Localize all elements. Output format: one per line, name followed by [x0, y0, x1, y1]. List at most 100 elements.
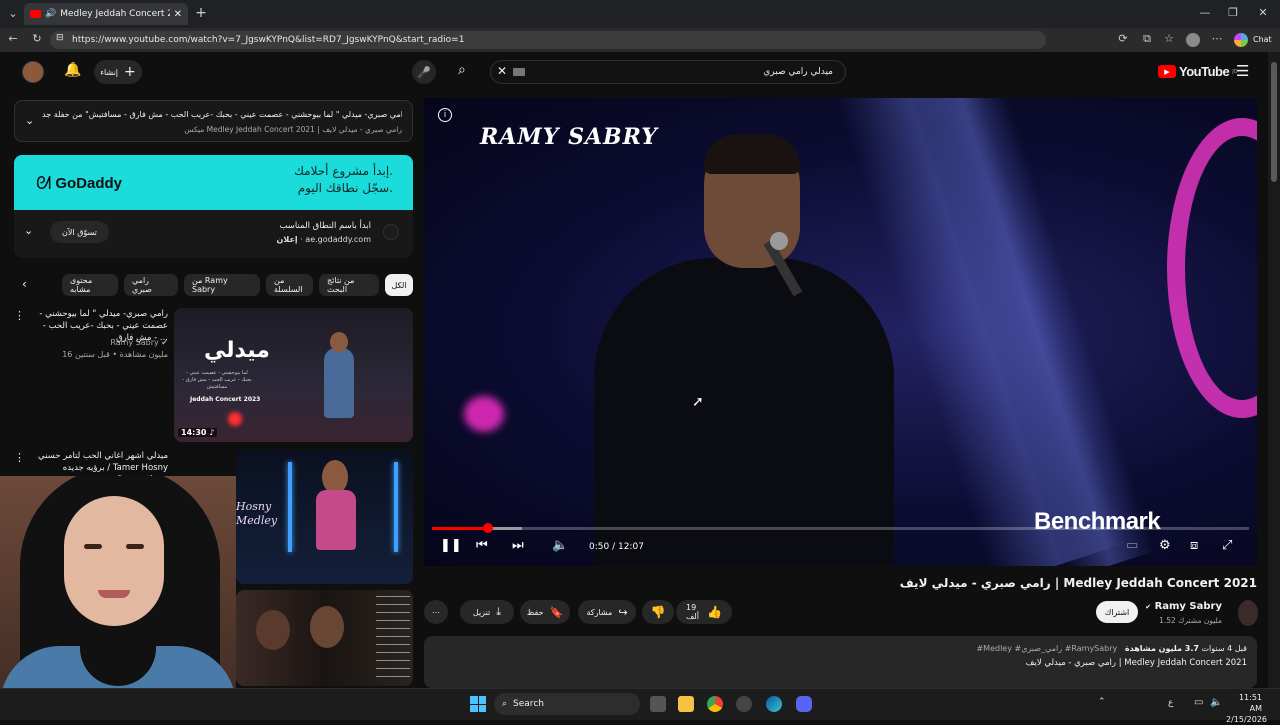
- ad-sponsor-label: إعلان: [276, 235, 298, 244]
- volume-icon[interactable]: 🔈: [552, 538, 568, 553]
- profile-avatar[interactable]: [1186, 33, 1200, 47]
- ad-cta-button[interactable]: تسوّق الآن: [50, 221, 109, 243]
- more-actions-button[interactable]: ⋯: [424, 600, 448, 624]
- settings-icon[interactable]: ⚙: [1159, 538, 1171, 553]
- notifications-icon[interactable]: 🔔: [64, 62, 81, 78]
- tab-active[interactable]: 🔊 Medley Jeddah Concert 2021 ✕: [24, 3, 188, 25]
- restore-icon[interactable]: ❐: [1224, 6, 1242, 19]
- dislike-button[interactable]: 👎: [642, 600, 674, 624]
- account-avatar[interactable]: [22, 61, 44, 83]
- search-icon[interactable]: ⌕: [458, 62, 466, 78]
- suggestion-channel-name: Ramy Sabry: [110, 338, 159, 347]
- extensions-icon[interactable]: ⟳: [1114, 32, 1132, 45]
- new-tab-icon[interactable]: +: [192, 5, 210, 21]
- mix-header[interactable]: ⌄ التالي: رامي صبري- ميدلي " لما بيوحشني…: [14, 100, 413, 142]
- thumb-neon-bar: [288, 462, 292, 552]
- suggestion-more-icon[interactable]: ⋮: [14, 309, 25, 322]
- scrollbar-thumb[interactable]: [1271, 62, 1277, 182]
- keyboard-icon[interactable]: [513, 68, 525, 76]
- pause-icon[interactable]: ❚❚: [440, 538, 462, 553]
- page-scrollbar[interactable]: [1268, 52, 1280, 688]
- youtube-logo[interactable]: ▶ YouTube JO: [1158, 64, 1238, 79]
- chip-related[interactable]: محتوى مشابه: [62, 274, 118, 296]
- favorites-icon[interactable]: ☆: [1160, 32, 1178, 45]
- voice-search-icon[interactable]: 🎤: [412, 60, 436, 84]
- webcam-eye-right: [126, 544, 144, 549]
- thumb-light: [228, 412, 242, 426]
- back-icon[interactable]: ←: [4, 32, 22, 45]
- suggestion-thumbnail[interactable]: ميدلي لما بيوحشني - عصمت عيني - بحبك - ع…: [174, 308, 413, 442]
- save-button[interactable]: حفظ 🔖: [520, 600, 570, 624]
- progress-bar[interactable]: [432, 523, 1249, 533]
- url-field[interactable]: ⊟ https://www.youtube.com/watch?v=7_Jgsw…: [50, 31, 1046, 49]
- tab-title: Medley Jeddah Concert 2021: [60, 9, 169, 19]
- create-button[interactable]: إنشاء +: [94, 60, 142, 84]
- thumb-track-list: [376, 596, 410, 680]
- discord-icon[interactable]: [796, 696, 812, 712]
- ad-banner[interactable]: ᘛ GoDaddy إبدأ مشروع أحلامك. سجّل نطاقك …: [14, 155, 413, 210]
- thumb-guitarist-head: [322, 460, 348, 494]
- tab-close-icon[interactable]: ✕: [174, 9, 182, 20]
- subscribe-button[interactable]: اشتراك: [1096, 601, 1138, 623]
- site-info-icon[interactable]: ⊟: [56, 33, 64, 43]
- chips-scroll-left-icon[interactable]: ‹: [22, 277, 27, 291]
- app-icon[interactable]: [736, 696, 752, 712]
- refresh-icon[interactable]: ↻: [28, 32, 46, 45]
- duration-badge: 14:30 ♪: [178, 428, 218, 437]
- scrubber-handle[interactable]: [483, 523, 494, 533]
- chip-series[interactable]: من السلسلة: [266, 274, 313, 296]
- speaker-icon[interactable]: 🔈: [1210, 697, 1222, 708]
- taskbar-search[interactable]: ⌕ Search: [494, 693, 640, 715]
- clear-search-icon[interactable]: ✕: [497, 64, 507, 78]
- chip-ramy-sabry[interactable]: رامي صبري: [124, 274, 178, 296]
- chat-label[interactable]: Chat: [1253, 35, 1272, 44]
- file-explorer-icon[interactable]: [678, 696, 694, 712]
- suggestion-thumbnail-3[interactable]: [236, 590, 413, 686]
- next-icon[interactable]: ⏭: [512, 538, 524, 553]
- video-player[interactable]: RAMY SABRY Benchmark i ➚ ❚❚ ⏮ ⏭ 🔈 0:50 /…: [424, 98, 1257, 566]
- copilot-icon[interactable]: [1234, 33, 1248, 47]
- previous-icon[interactable]: ⏮: [476, 538, 488, 553]
- chip-from-ramy-sabry[interactable]: من Ramy Sabry: [184, 274, 260, 296]
- ad-details[interactable]: ⌄ تسوّق الآن ابدأ باسم النطاق المناسب إع…: [14, 210, 413, 258]
- chevron-down-icon[interactable]: ⌄: [25, 114, 34, 127]
- search-input[interactable]: ✕ ميدلي رامي صبري: [490, 60, 846, 84]
- miniplayer-icon[interactable]: ⧈: [1190, 538, 1198, 553]
- download-button[interactable]: تنزيل ⤓: [460, 600, 514, 624]
- address-bar: ← ↻ ⊟ https://www.youtube.com/watch?v=7_…: [0, 28, 1280, 52]
- suggestion-more-icon-2[interactable]: ⋮: [14, 451, 25, 464]
- settings-more-icon[interactable]: ⋯: [1208, 32, 1226, 45]
- start-icon[interactable]: [470, 696, 486, 712]
- clock[interactable]: 11:51 AM 2/15/2026: [1226, 692, 1267, 725]
- input-language[interactable]: ع: [1168, 698, 1173, 708]
- hashtags[interactable]: #Medley #رامي_صبري #RamySabry: [976, 644, 1117, 653]
- channel-avatar[interactable]: [1238, 600, 1258, 626]
- suggestion-thumbnail-2[interactable]: Hosny Medley: [236, 450, 413, 584]
- chip-search-results[interactable]: من نتائج البحث: [319, 274, 379, 296]
- share-button[interactable]: مشاركة ↪: [578, 600, 636, 624]
- search-value: ميدلي رامي صبري: [763, 67, 833, 77]
- tray-overflow-icon[interactable]: ⌃: [1098, 697, 1106, 707]
- audio-icon[interactable]: 🔊: [45, 9, 56, 19]
- taskbar-search-label: Search: [513, 699, 544, 709]
- split-screen-icon[interactable]: ⧉: [1138, 32, 1156, 46]
- info-icon[interactable]: i: [438, 108, 452, 122]
- thumb-title: ميدلي: [204, 338, 270, 363]
- minimize-icon[interactable]: —: [1196, 6, 1214, 19]
- chrome-icon[interactable]: [707, 696, 723, 712]
- ad-chevron-down-icon[interactable]: ⌄: [24, 224, 33, 237]
- chip-all[interactable]: الكل: [385, 274, 413, 296]
- create-label: إنشاء: [100, 67, 119, 77]
- close-window-icon[interactable]: ✕: [1254, 6, 1272, 19]
- description-box[interactable]: #Medley #رامي_صبري #RamySabry قبل 4 سنوا…: [424, 636, 1257, 688]
- webcam-overlay: [0, 476, 236, 720]
- menu-icon[interactable]: ☰: [1236, 62, 1249, 80]
- like-button[interactable]: 19 ألف 👍: [676, 600, 732, 624]
- tab-actions-icon[interactable]: ⌄: [4, 7, 22, 20]
- suggestion-channel[interactable]: Ramy Sabry ✔: [28, 338, 168, 347]
- edge-icon[interactable]: [766, 696, 782, 712]
- task-view-icon[interactable]: [650, 696, 666, 712]
- network-icon[interactable]: ▭: [1194, 697, 1203, 708]
- fullscreen-icon[interactable]: ⤢: [1222, 538, 1232, 553]
- subtitles-icon[interactable]: ▭: [1126, 538, 1138, 553]
